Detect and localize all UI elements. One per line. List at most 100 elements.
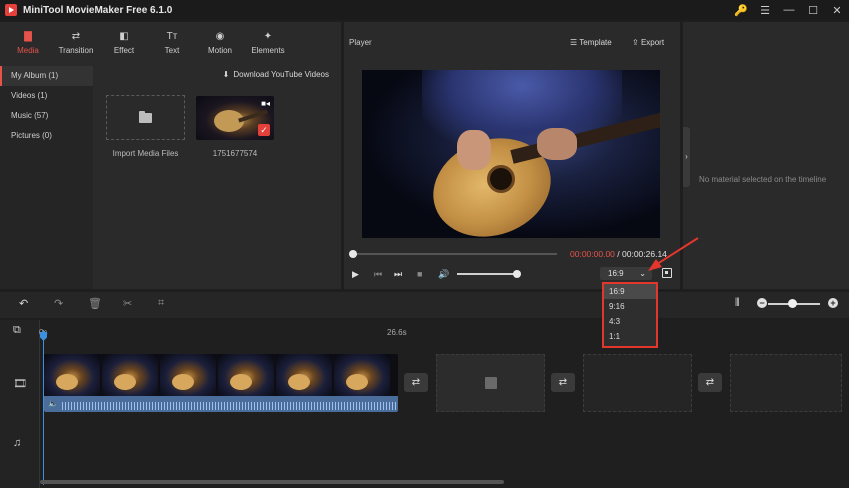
export-button[interactable]: ⇪ Export — [632, 38, 664, 47]
delete-icon[interactable]: 🗑 — [88, 297, 102, 310]
tab-bar: ▇ Media ⇄ Transition ◧ Effect Tт Text ◉ … — [0, 22, 341, 64]
tab-label: Media — [17, 46, 39, 55]
menu-icon[interactable]: ☰ — [753, 4, 777, 17]
effect-icon: ◧ — [119, 31, 129, 42]
import-media-button[interactable] — [106, 95, 185, 140]
template-button[interactable]: ☰ Template — [570, 38, 612, 47]
transition-icon: ⇄ — [71, 31, 81, 42]
add-track-icon[interactable]: ⧉ — [13, 324, 21, 337]
undo-icon[interactable]: ↶ — [19, 297, 28, 310]
export-icon: ⇪ — [632, 38, 641, 47]
app-logo-icon — [5, 4, 17, 16]
collapse-panel-handle[interactable]: › — [683, 127, 690, 187]
volume-slider[interactable] — [457, 273, 517, 275]
download-icon: ⬇ — [222, 70, 230, 79]
template-label: Template — [579, 38, 612, 47]
album-pictures[interactable]: Pictures (0) — [0, 126, 93, 146]
fit-timeline-icon[interactable]: ⫴ — [735, 297, 740, 310]
music-track-icon: ♫ — [13, 437, 22, 449]
checkmark-icon: ✓ — [258, 124, 270, 136]
empty-clip-slot[interactable] — [436, 354, 545, 412]
split-icon[interactable]: ✂ — [123, 297, 132, 310]
transition-slot-button[interactable]: ⇄ — [404, 373, 428, 392]
tab-label: Transition — [58, 46, 94, 55]
transition-slot-button[interactable]: ⇄ — [551, 373, 575, 392]
clip-frame — [44, 354, 100, 396]
media-clip-thumbnail[interactable]: ■◂ ✓ — [196, 96, 274, 140]
download-youtube-link[interactable]: ⬇ Download YouTube Videos — [223, 70, 329, 79]
download-youtube-label: Download YouTube Videos — [233, 70, 329, 79]
previous-frame-icon[interactable]: ⏮ — [374, 269, 382, 280]
media-grid: ⬇ Download YouTube Videos Import Media Fi… — [96, 66, 341, 289]
video-camera-icon: ■◂ — [261, 99, 270, 108]
folder-icon: ▇ — [24, 31, 32, 42]
export-label: Export — [640, 38, 665, 47]
current-time: 00:00:00.00 — [570, 249, 615, 259]
redo-icon[interactable]: ↷ — [54, 297, 63, 310]
maximize-button[interactable]: ☐ — [801, 4, 825, 17]
track-headers: ⧉ 🎞 ♫ — [0, 320, 40, 488]
volume-slider-handle[interactable] — [513, 270, 521, 278]
close-button[interactable]: ✕ — [825, 4, 849, 17]
zoom-slider-handle[interactable] — [788, 299, 797, 308]
empty-clip-slot[interactable] — [730, 354, 842, 412]
app-title: MiniTool MovieMaker Free 6.1.0 — [23, 4, 173, 16]
speaker-icon[interactable]: 🔈 — [48, 399, 58, 408]
volume-icon[interactable]: 🔊 — [438, 269, 449, 280]
empty-clip-slot[interactable] — [583, 354, 692, 412]
minimize-button[interactable]: — — [777, 4, 801, 16]
stop-icon[interactable]: ■ — [417, 269, 422, 279]
library-panel: ▇ Media ⇄ Transition ◧ Effect Tт Text ◉ … — [0, 22, 341, 289]
aspect-option-4-3[interactable]: 4:3 — [604, 314, 656, 329]
zoom-out-button[interactable]: − — [757, 298, 767, 308]
album-my-album[interactable]: My Album (1) — [0, 66, 93, 86]
window-controls: 🔑 ☰ — ☐ ✕ — [729, 0, 849, 20]
video-preview — [362, 70, 660, 238]
upgrade-key-icon[interactable]: 🔑 — [729, 4, 753, 17]
clip-frame — [218, 354, 274, 396]
transition-slot-button[interactable]: ⇄ — [698, 373, 722, 392]
time-separator: / — [614, 249, 622, 259]
text-icon: Tт — [166, 31, 178, 42]
tab-effect[interactable]: ◧ Effect — [100, 22, 148, 64]
zoom-in-button[interactable]: + — [828, 298, 838, 308]
import-media-label: Import Media Files — [112, 149, 179, 158]
player-title: Player — [349, 38, 372, 47]
empty-properties-message: No material selected on the timeline — [699, 175, 827, 184]
video-track-icon: 🎞 — [13, 378, 27, 390]
video-clip[interactable]: 🔈 — [44, 354, 398, 412]
title-bar: MiniTool MovieMaker Free 6.1.0 🔑 ☰ — ☐ ✕ — [0, 0, 849, 20]
elements-icon: ✦ — [263, 31, 273, 42]
next-frame-icon[interactable]: ⏭ — [394, 269, 402, 280]
tab-elements[interactable]: ✦ Elements — [244, 22, 292, 64]
aspect-option-16-9[interactable]: 16:9 — [604, 284, 656, 299]
properties-panel: › No material selected on the timeline — [683, 22, 849, 289]
clip-frame — [276, 354, 332, 396]
aspect-ratio-value: 16:9 — [608, 269, 624, 278]
playback-progress-bar[interactable] — [352, 253, 557, 255]
play-icon[interactable]: ▶ — [352, 269, 359, 280]
album-videos[interactable]: Videos (1) — [0, 86, 93, 106]
clip-frame — [334, 354, 390, 396]
album-list: My Album (1) Videos (1) Music (57) Pictu… — [0, 66, 93, 289]
tab-text[interactable]: Tт Text — [148, 22, 196, 64]
tab-motion[interactable]: ◉ Motion — [196, 22, 244, 64]
tab-media[interactable]: ▇ Media — [4, 22, 52, 64]
clip-audio-waveform: 🔈 — [44, 396, 398, 412]
clip-frame — [102, 354, 158, 396]
tab-label: Text — [164, 46, 180, 55]
aspect-option-9-16[interactable]: 9:16 — [604, 299, 656, 314]
ruler-mid-label: 26.6s — [387, 328, 407, 337]
layers-icon: ☰ — [570, 38, 580, 47]
playback-progress-handle[interactable] — [349, 250, 357, 258]
crop-icon[interactable]: ⌗ — [158, 297, 164, 310]
tab-label: Elements — [251, 46, 285, 55]
tab-transition[interactable]: ⇄ Transition — [52, 22, 100, 64]
timeline-horizontal-scrollbar[interactable] — [40, 480, 504, 484]
annotation-arrow — [648, 237, 699, 271]
tab-label: Effect — [113, 46, 135, 55]
import-slot-icon — [484, 377, 497, 389]
aspect-option-1-1[interactable]: 1:1 — [604, 329, 656, 344]
album-music[interactable]: Music (57) — [0, 106, 93, 126]
motion-icon: ◉ — [215, 31, 225, 42]
